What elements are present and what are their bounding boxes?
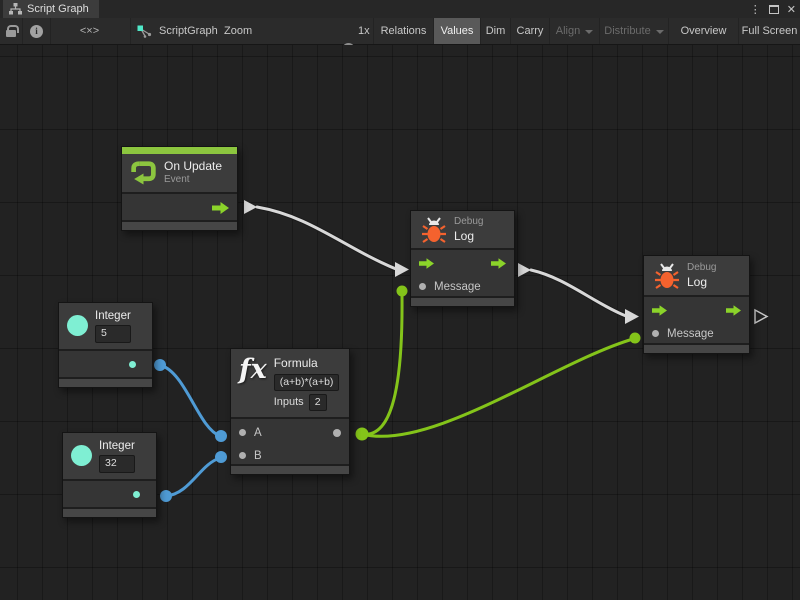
input-port-a[interactable]	[239, 429, 246, 436]
node-integer-5[interactable]: Integer 5	[58, 302, 153, 388]
button-label: Values	[441, 25, 474, 37]
message-input-port[interactable]	[419, 283, 426, 290]
button-label: Carry	[517, 25, 544, 37]
code-toggle-button[interactable]: <×>	[50, 18, 128, 44]
toolbar-button-align[interactable]: Align	[549, 18, 599, 44]
toolbar-button-carry[interactable]: Carry	[510, 18, 549, 44]
port-label-a: A	[254, 427, 262, 439]
formula-expression-field[interactable]: (a+b)*(a+b)	[274, 374, 340, 391]
zoom-value: 1x	[358, 18, 370, 44]
button-label: Relations	[381, 25, 427, 37]
button-label: Overview	[681, 25, 727, 37]
node-title: Log	[454, 229, 483, 244]
formula-fx-icon: fx	[239, 356, 267, 383]
node-title: Log	[687, 275, 716, 290]
node-debug-log-1[interactable]: Debug Log Message	[410, 210, 515, 307]
toolbar-button-distribute[interactable]: Distribute	[599, 18, 668, 44]
port-label-message: Message	[434, 281, 481, 293]
zoom-label: Zoom	[224, 18, 252, 44]
node-on-update[interactable]: On Update Event	[121, 146, 238, 231]
port-label-b: B	[254, 450, 262, 462]
toolbar-button-dim[interactable]: Dim	[480, 18, 510, 44]
chevron-down-icon	[585, 30, 593, 34]
node-title: On Update	[164, 159, 222, 174]
flow-output-port[interactable]	[212, 202, 229, 214]
flow-input-port[interactable]	[652, 305, 667, 316]
input-port-b[interactable]	[239, 452, 246, 459]
button-label: Full Screen	[742, 25, 798, 37]
info-icon: i	[30, 25, 43, 38]
flow-output-port[interactable]	[491, 258, 506, 269]
toolbar-button-fullscreen[interactable]: Full Screen	[738, 18, 800, 44]
inputs-label: Inputs	[274, 396, 304, 410]
integer-value-field[interactable]: 32	[99, 455, 135, 472]
node-integer-32[interactable]: Integer 32	[62, 432, 157, 518]
integer-icon	[67, 315, 88, 336]
node-subtitle: Event	[164, 174, 222, 187]
toolbar-button-values[interactable]: Values	[433, 18, 480, 44]
button-label: Align	[556, 25, 580, 37]
close-icon[interactable]: ✕	[787, 3, 796, 16]
tab-script-graph[interactable]: Script Graph	[3, 0, 99, 18]
maximize-icon[interactable]	[769, 5, 779, 14]
toolbar-button-overview[interactable]: Overview	[668, 18, 738, 44]
chevron-down-icon	[656, 30, 664, 34]
value-output-port[interactable]	[333, 429, 341, 437]
code-toggle-label: <×>	[80, 25, 99, 37]
node-title: Formula	[274, 356, 340, 371]
graph-name: ScriptGraph	[159, 25, 218, 37]
port-label-message: Message	[667, 328, 714, 340]
value-output-port[interactable]	[133, 491, 140, 498]
node-subtitle: Debug	[454, 216, 483, 229]
node-debug-log-2[interactable]: Debug Log Message	[643, 255, 750, 354]
event-accent-bar	[122, 147, 237, 154]
window-menu-icon[interactable]: ⋮	[750, 3, 761, 16]
graph-toolbar: i <×> ScriptGraph Zoom 1x Relations Valu…	[0, 18, 800, 45]
script-graph-icon	[137, 25, 153, 38]
lock-icon	[6, 30, 16, 37]
integer-value-field[interactable]: 5	[95, 325, 131, 342]
message-input-port[interactable]	[652, 330, 659, 337]
integer-icon	[71, 445, 92, 466]
node-title: Integer	[99, 439, 135, 453]
flow-input-port[interactable]	[419, 258, 434, 269]
inputs-count-field[interactable]: 2	[309, 394, 327, 411]
update-loop-icon	[130, 160, 157, 185]
node-formula[interactable]: fx Formula (a+b)*(a+b) Inputs 2 A B	[230, 348, 350, 475]
graph-breadcrumb[interactable]: ScriptGraph	[130, 18, 218, 44]
node-title: Integer	[95, 309, 131, 323]
script-graph-window: Script Graph ⋮ ✕ i <×> ScriptGraph Zo	[0, 0, 800, 600]
bug-icon	[654, 262, 680, 290]
button-label: Dim	[486, 25, 506, 37]
window-controls: ⋮ ✕	[750, 0, 796, 18]
lock-button[interactable]	[0, 18, 22, 44]
flow-output-port[interactable]	[726, 305, 741, 316]
toolbar-button-relations[interactable]: Relations	[373, 18, 433, 44]
bug-icon	[421, 216, 447, 244]
tab-bar: Script Graph ⋮ ✕	[0, 0, 800, 18]
value-output-port[interactable]	[129, 361, 136, 368]
tab-title: Script Graph	[27, 3, 89, 15]
info-button[interactable]: i	[22, 18, 50, 44]
button-label: Distribute	[604, 25, 650, 37]
node-subtitle: Debug	[687, 262, 716, 275]
graph-hierarchy-icon	[9, 3, 22, 15]
